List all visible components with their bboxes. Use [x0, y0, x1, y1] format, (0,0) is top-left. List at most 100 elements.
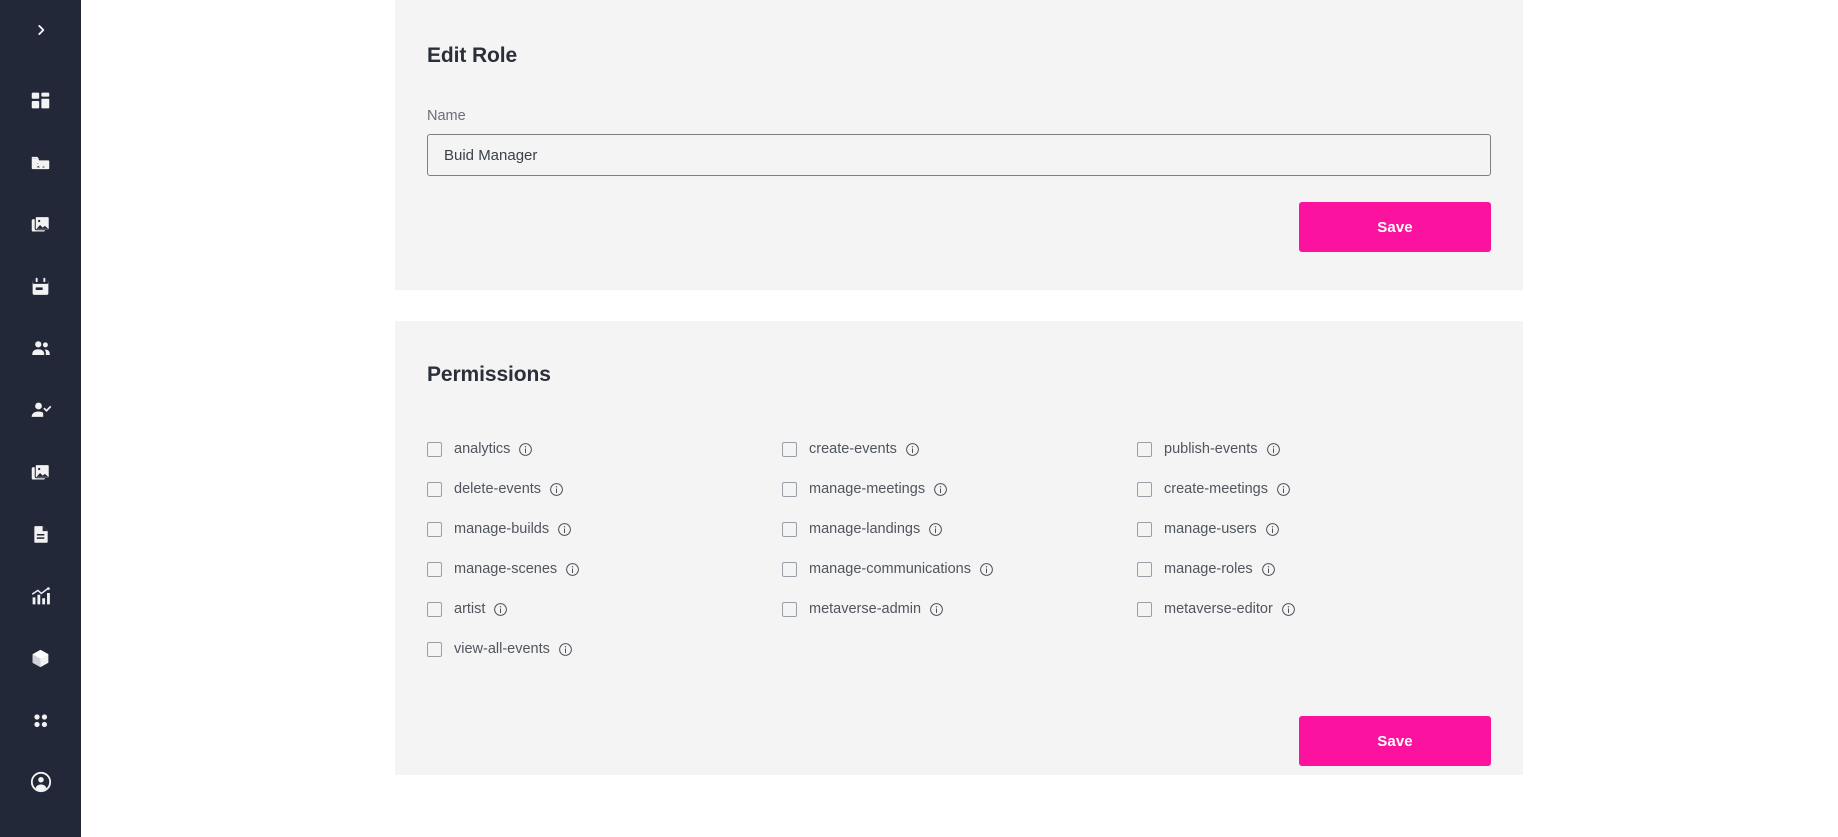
chevron-right-icon	[34, 23, 48, 37]
permission-checkbox[interactable]	[782, 561, 797, 577]
sidebar-item-media-library[interactable]	[0, 131, 81, 193]
edit-role-card: Edit Role Name Save	[395, 0, 1523, 290]
sidebar-item-apps[interactable]	[0, 689, 81, 751]
info-circle-icon[interactable]	[518, 442, 533, 457]
app-root: Edit Role Name Save Permissions analytic…	[0, 0, 1838, 837]
info-circle-icon[interactable]	[549, 482, 564, 497]
permission-item[interactable]: create-meetings	[1137, 469, 1492, 509]
info-circle-icon[interactable]	[1266, 442, 1281, 457]
info-circle-icon[interactable]	[928, 522, 943, 537]
info-circle-icon[interactable]	[1261, 562, 1276, 577]
sidebar-item-users[interactable]	[0, 317, 81, 379]
permission-label: manage-meetings	[809, 481, 926, 497]
permission-checkbox[interactable]	[1137, 481, 1152, 497]
info-circle-icon[interactable]	[1265, 522, 1280, 537]
permission-checkbox[interactable]	[427, 521, 442, 537]
sidebar-item-documents[interactable]	[0, 503, 81, 565]
permission-item[interactable]: view-all-events	[427, 629, 782, 669]
users-icon	[30, 337, 52, 359]
sidebar-item-builds[interactable]	[0, 627, 81, 689]
permission-label: create-events	[809, 441, 897, 457]
sidebar	[0, 0, 81, 837]
permission-checkbox[interactable]	[427, 441, 442, 457]
permission-label: manage-landings	[809, 521, 921, 537]
permission-item[interactable]: manage-communications	[782, 549, 1137, 589]
permission-item[interactable]: publish-events	[1137, 429, 1492, 469]
sidebar-expand-toggle[interactable]	[0, 8, 81, 52]
sidebar-item-events[interactable]	[0, 255, 81, 317]
permission-item[interactable]: metaverse-editor	[1137, 589, 1492, 629]
permissions-grid: analytics create-events publish-events dele…	[395, 387, 1523, 669]
grid-dots-icon	[30, 710, 51, 731]
permission-item[interactable]: manage-roles	[1137, 549, 1492, 589]
image-stack-icon	[30, 214, 51, 235]
permission-item[interactable]: artist	[427, 589, 782, 629]
info-circle-icon[interactable]	[933, 482, 948, 497]
save-role-button[interactable]: Save	[1299, 202, 1491, 252]
role-name-input[interactable]	[427, 134, 1491, 176]
permission-item[interactable]: analytics	[427, 429, 782, 469]
document-icon	[31, 524, 51, 544]
permission-checkbox[interactable]	[427, 481, 442, 497]
name-input-wrapper	[395, 124, 1523, 176]
save-permissions-button[interactable]: Save	[1299, 716, 1491, 766]
permission-checkbox[interactable]	[782, 481, 797, 497]
info-circle-icon[interactable]	[558, 642, 573, 657]
info-circle-icon[interactable]	[557, 522, 572, 537]
cube-icon	[30, 648, 51, 669]
info-circle-icon[interactable]	[905, 442, 920, 457]
sidebar-item-dashboard[interactable]	[0, 69, 81, 131]
info-circle-icon[interactable]	[493, 602, 508, 617]
info-circle-icon[interactable]	[565, 562, 580, 577]
info-circle-icon[interactable]	[929, 602, 944, 617]
permissions-card: Permissions analytics create-events publis…	[395, 321, 1523, 775]
permission-checkbox[interactable]	[782, 601, 797, 617]
info-circle-icon[interactable]	[1276, 482, 1291, 497]
permission-item[interactable]: delete-events	[427, 469, 782, 509]
sidebar-item-roles[interactable]	[0, 379, 81, 441]
permission-checkbox[interactable]	[1137, 601, 1152, 617]
permission-label: view-all-events	[454, 641, 550, 657]
permission-item[interactable]: manage-scenes	[427, 549, 782, 589]
sidebar-item-account[interactable]	[0, 751, 81, 813]
permission-item[interactable]: manage-meetings	[782, 469, 1137, 509]
permission-label: publish-events	[1164, 441, 1258, 457]
dashboard-icon	[30, 90, 51, 111]
permission-checkbox[interactable]	[427, 561, 442, 577]
name-field-label: Name	[427, 108, 466, 124]
permission-label: delete-events	[454, 481, 542, 497]
permission-checkbox[interactable]	[1137, 521, 1152, 537]
permission-checkbox[interactable]	[427, 601, 442, 617]
permission-label: manage-communications	[809, 561, 971, 577]
permission-checkbox[interactable]	[427, 641, 442, 657]
permission-item[interactable]: manage-builds	[427, 509, 782, 549]
permission-checkbox[interactable]	[782, 441, 797, 457]
folder-image-icon	[30, 152, 51, 173]
permission-label: metaverse-editor	[1164, 601, 1273, 617]
permission-label: artist	[454, 601, 486, 617]
permissions-actions: Save	[395, 669, 1523, 766]
sidebar-nav	[0, 69, 81, 813]
info-circle-icon[interactable]	[1281, 602, 1296, 617]
permission-label: metaverse-admin	[809, 601, 922, 617]
image-card-icon	[30, 462, 51, 483]
main-content: Edit Role Name Save Permissions analytic…	[81, 0, 1838, 837]
sidebar-item-landings[interactable]	[0, 441, 81, 503]
info-circle-icon[interactable]	[979, 562, 994, 577]
permission-label: manage-builds	[454, 521, 550, 537]
permission-item[interactable]: create-events	[782, 429, 1137, 469]
permission-label: create-meetings	[1164, 481, 1268, 497]
permission-label: manage-users	[1164, 521, 1257, 537]
permission-checkbox[interactable]	[782, 521, 797, 537]
account-circle-icon	[30, 771, 52, 793]
bar-chart-icon	[30, 586, 51, 607]
permission-item[interactable]: manage-landings	[782, 509, 1137, 549]
sidebar-item-analytics[interactable]	[0, 565, 81, 627]
sidebar-item-scenes[interactable]	[0, 193, 81, 255]
edit-role-actions: Save	[395, 176, 1523, 252]
permission-item[interactable]: metaverse-admin	[782, 589, 1137, 629]
permission-checkbox[interactable]	[1137, 441, 1152, 457]
permission-checkbox[interactable]	[1137, 561, 1152, 577]
calendar-icon	[30, 276, 51, 297]
permission-item[interactable]: manage-users	[1137, 509, 1492, 549]
